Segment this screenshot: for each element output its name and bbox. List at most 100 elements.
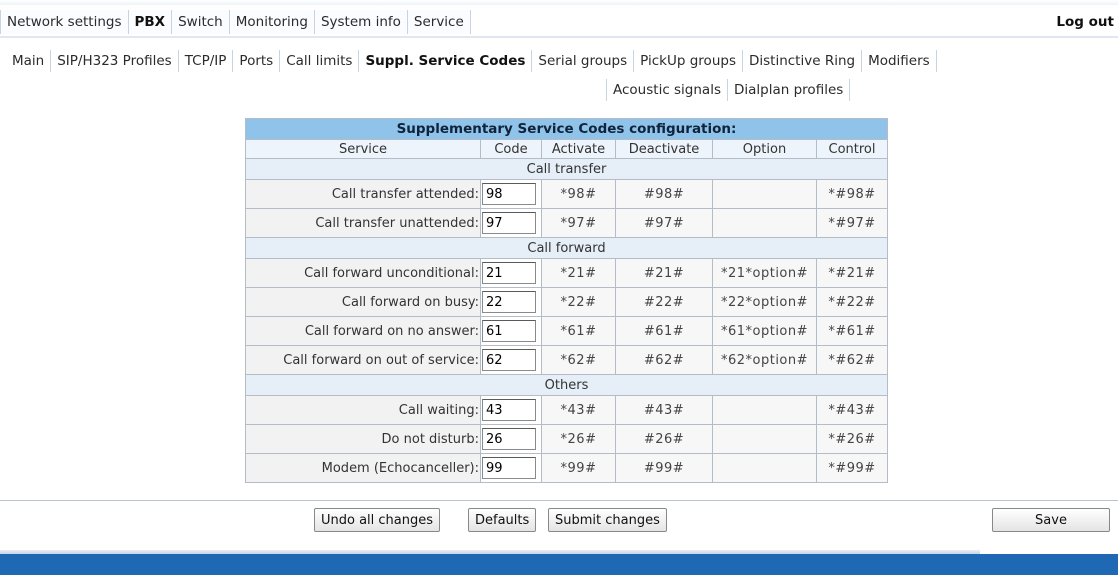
option-value: *62*option# [712, 345, 817, 375]
service-codes-table: Supplementary Service Codes configuratio… [245, 118, 888, 483]
tab-distinctive-ring[interactable]: Distinctive Ring [743, 50, 863, 72]
undo-all-changes-button[interactable]: Undo all changes [314, 508, 441, 532]
save-button[interactable]: Save [992, 508, 1110, 532]
tab-modifiers[interactable]: Modifiers [862, 50, 937, 72]
deactivate-value: #43# [615, 395, 713, 425]
code-cell [480, 453, 542, 483]
service-label: Modem (Echocanceller): [245, 453, 481, 483]
code-cell [480, 258, 542, 288]
table-row: Call waiting: *43# #43# *#43# [245, 395, 888, 425]
tab-sip-h323-profiles[interactable]: SIP/H323 Profiles [51, 50, 179, 72]
tab-call-limits[interactable]: Call limits [280, 50, 360, 72]
code-input-modem-echocanceller[interactable] [482, 457, 536, 479]
option-value [712, 453, 817, 483]
menu-network-settings[interactable]: Network settings [0, 10, 129, 34]
tab-serial-groups[interactable]: Serial groups [532, 50, 635, 72]
deactivate-value: #26# [615, 424, 713, 454]
code-input-call-transfer-attended[interactable] [482, 183, 536, 205]
table-title-row: Supplementary Service Codes configuratio… [245, 118, 888, 140]
option-value [712, 179, 817, 209]
activate-value: *98# [541, 179, 616, 209]
header-control: Control [816, 139, 888, 159]
table-row: Call transfer unattended: *97# #97# *#97… [245, 208, 888, 238]
table-row: Call forward on no answer: *61# #61# *61… [245, 316, 888, 346]
activate-value: *62# [541, 345, 616, 375]
deactivate-value: #98# [615, 179, 713, 209]
menu-switch[interactable]: Switch [172, 10, 230, 34]
table-row: Call forward on busy: *22# #22# *22*opti… [245, 287, 888, 317]
code-input-call-forward-on-busy[interactable] [482, 291, 536, 313]
tab-main[interactable]: Main [6, 50, 52, 72]
option-value: *21*option# [712, 258, 817, 288]
header-service: Service [245, 139, 481, 159]
option-value [712, 208, 817, 238]
tab-suppl-service-codes[interactable]: Suppl. Service Codes [359, 50, 533, 72]
service-label: Call forward unconditional: [245, 258, 481, 288]
submit-changes-button[interactable]: Submit changes [548, 508, 667, 532]
menu-divider [0, 36, 1118, 38]
option-value [712, 424, 817, 454]
section-others: Others [245, 374, 888, 396]
sub-menu: Main SIP/H323 Profiles TCP/IP Ports Call… [6, 50, 937, 74]
section-call-transfer: Call transfer [245, 158, 888, 180]
control-value: *#98# [816, 179, 888, 209]
activate-value: *97# [541, 208, 616, 238]
tab-ports[interactable]: Ports [233, 50, 281, 72]
section-row: Call forward [245, 237, 888, 259]
tab-tcp-ip[interactable]: TCP/IP [179, 50, 234, 72]
main-menu: Network settings PBX Switch Monitoring S… [0, 10, 471, 36]
option-value [712, 395, 817, 425]
code-input-call-forward-no-answer[interactable] [482, 320, 536, 342]
tab-acoustic-signals[interactable]: Acoustic signals [606, 79, 728, 101]
defaults-button[interactable]: Defaults [468, 508, 537, 532]
code-input-call-waiting[interactable] [482, 399, 536, 421]
section-call-forward: Call forward [245, 237, 888, 259]
service-label: Do not disturb: [245, 424, 481, 454]
control-value: *#43# [816, 395, 888, 425]
table-row: Modem (Echocanceller): *99# #99# *#99# [245, 453, 888, 483]
code-cell [480, 208, 542, 238]
table-row: Do not disturb: *26# #26# *#26# [245, 424, 888, 454]
footer [0, 550, 1118, 575]
code-cell [480, 345, 542, 375]
top-gradient [0, 0, 1118, 5]
header-activate: Activate [541, 139, 616, 159]
header-option: Option [712, 139, 817, 159]
deactivate-value: #22# [615, 287, 713, 317]
code-input-call-forward-out-of-service[interactable] [482, 349, 536, 371]
code-input-call-transfer-unattended[interactable] [482, 212, 536, 234]
code-cell [480, 424, 542, 454]
top-menu-bar: Network settings PBX Switch Monitoring S… [0, 0, 1118, 44]
service-label: Call waiting: [245, 395, 481, 425]
code-input-call-forward-unconditional[interactable] [482, 262, 536, 284]
section-row: Others [245, 374, 888, 396]
activate-value: *99# [541, 453, 616, 483]
code-input-do-not-disturb[interactable] [482, 428, 536, 450]
option-value: *61*option# [712, 316, 817, 346]
sub-menu-row2: Acoustic signals Dialplan profiles [606, 79, 851, 103]
table-row: Call transfer attended: *98# #98# *#98# [245, 179, 888, 209]
tab-pickup-groups[interactable]: PickUp groups [634, 50, 743, 72]
code-cell [480, 316, 542, 346]
service-label: Call forward on busy: [245, 287, 481, 317]
menu-pbx[interactable]: PBX [128, 10, 173, 34]
activate-value: *26# [541, 424, 616, 454]
table-title: Supplementary Service Codes configuratio… [245, 118, 888, 140]
deactivate-value: #62# [615, 345, 713, 375]
control-value: *#26# [816, 424, 888, 454]
control-value: *#62# [816, 345, 888, 375]
option-value: *22*option# [712, 287, 817, 317]
logout-link[interactable]: Log out [1056, 10, 1114, 34]
menu-service[interactable]: Service [407, 10, 471, 34]
activate-value: *22# [541, 287, 616, 317]
deactivate-value: #21# [615, 258, 713, 288]
control-value: *#97# [816, 208, 888, 238]
activate-value: *43# [541, 395, 616, 425]
activate-value: *61# [541, 316, 616, 346]
menu-monitoring[interactable]: Monitoring [229, 10, 315, 34]
code-cell [480, 287, 542, 317]
header-code: Code [480, 139, 542, 159]
deactivate-value: #61# [615, 316, 713, 346]
tab-dialplan-profiles[interactable]: Dialplan profiles [728, 79, 851, 101]
menu-system-info[interactable]: System info [314, 10, 408, 34]
